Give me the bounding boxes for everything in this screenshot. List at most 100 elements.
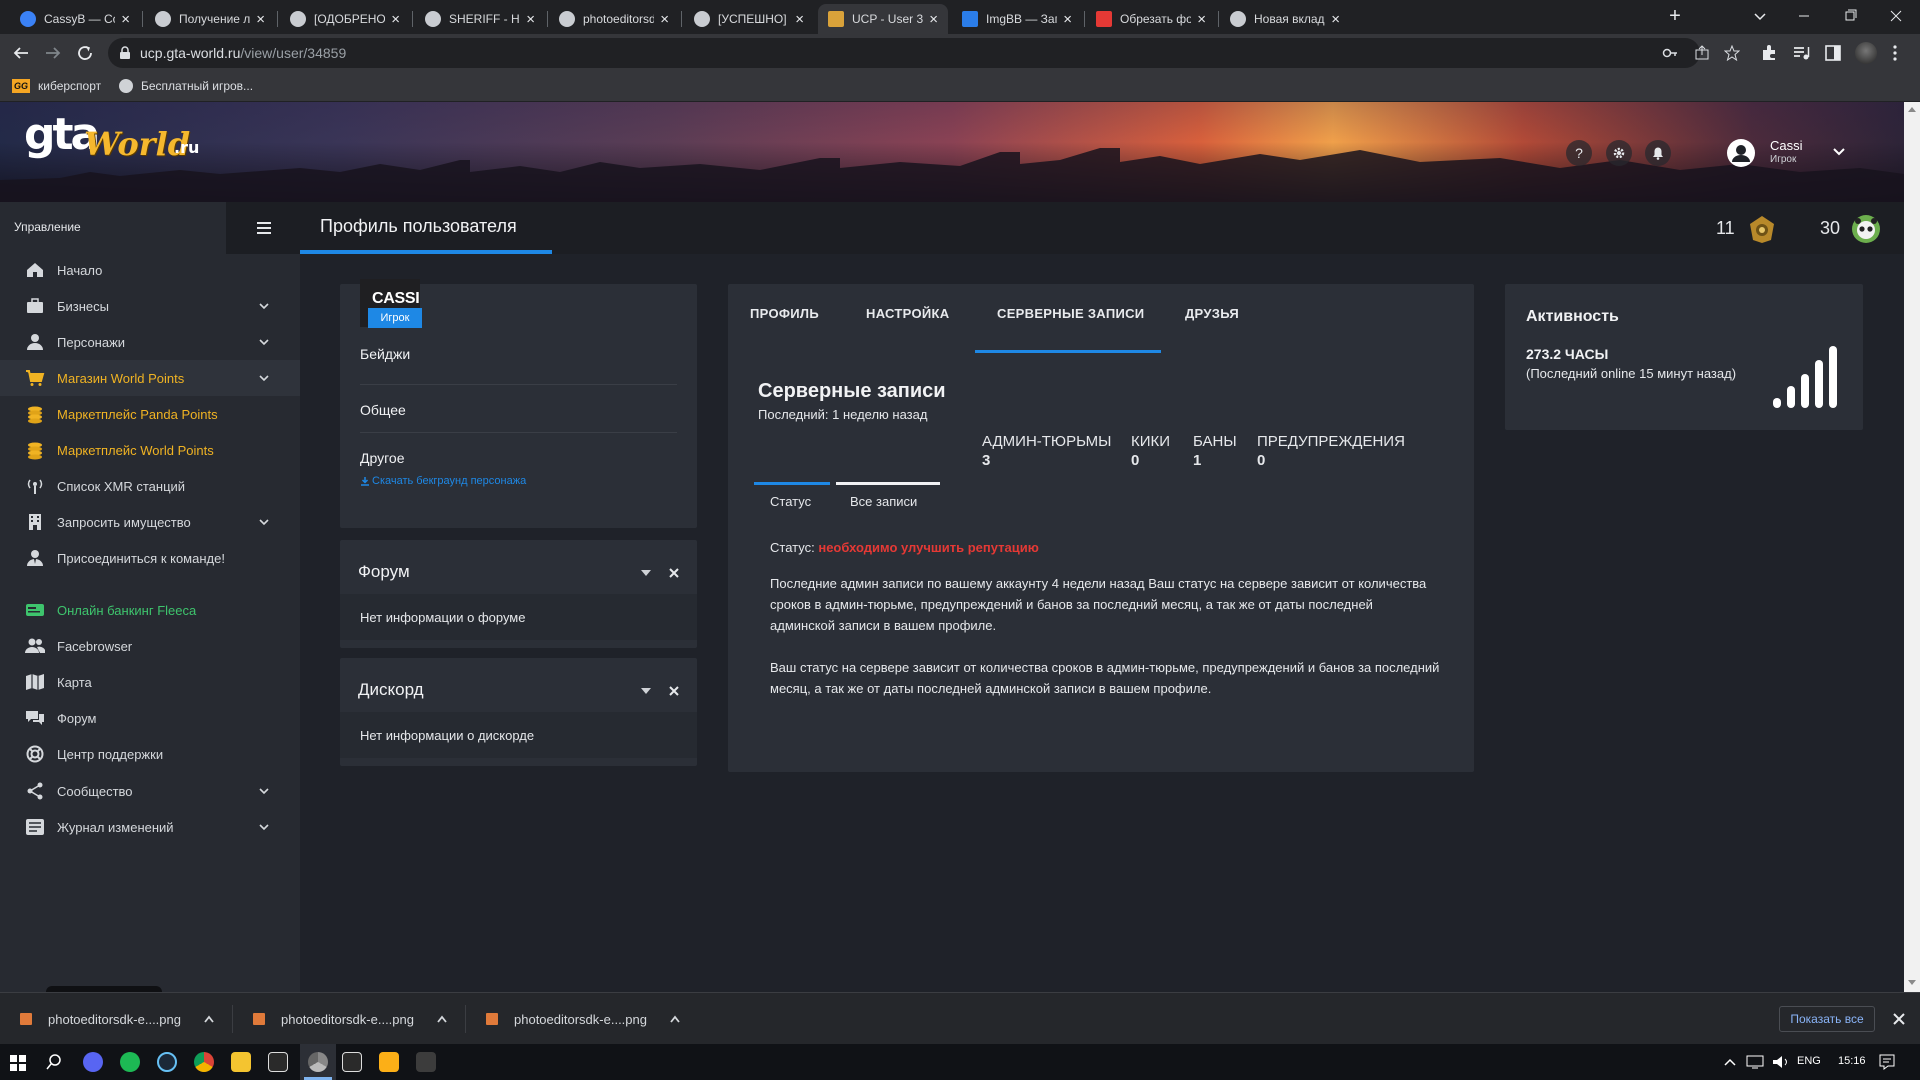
browser-tab[interactable]: Обрезать фото он × <box>1086 4 1216 34</box>
close-icon[interactable] <box>669 568 679 578</box>
address-bar[interactable]: ucp.gta-world.ru/view/user/34859 <box>108 38 1740 68</box>
settings-button[interactable] <box>1606 140 1632 166</box>
menu-toggle-icon[interactable] <box>256 221 272 235</box>
chevron-down-icon[interactable] <box>258 336 270 348</box>
epic-2-taskbar-icon[interactable] <box>342 1052 362 1072</box>
sidebar-item[interactable]: Бизнесы <box>0 288 300 324</box>
sidebar-item[interactable]: Сообщество <box>0 773 300 809</box>
bookmark-star-icon[interactable] <box>1724 45 1740 61</box>
discord-taskbar-icon[interactable] <box>83 1052 103 1072</box>
browser-tab[interactable]: Получение лицен × <box>145 4 275 34</box>
tab-settings[interactable]: НАСТРОЙКА <box>866 306 949 321</box>
lock-icon[interactable] <box>119 46 131 60</box>
chevron-up-icon[interactable] <box>203 1014 215 1024</box>
chevron-down-icon[interactable] <box>258 372 270 384</box>
reload-icon[interactable] <box>76 44 94 62</box>
close-downloads-icon[interactable] <box>1893 1013 1905 1025</box>
tab-close-icon[interactable]: × <box>1063 11 1072 28</box>
explorer-taskbar-icon[interactable] <box>231 1052 251 1072</box>
clock[interactable]: 15:16 <box>1838 1055 1866 1067</box>
show-all-downloads-button[interactable]: Показать все <box>1779 1006 1875 1032</box>
site-logo[interactable]: gta World .ru <box>24 110 204 176</box>
sidebar-item[interactable]: Онлайн банкинг Fleeca <box>0 592 300 628</box>
chevron-up-icon[interactable] <box>436 1014 448 1024</box>
spotify-taskbar-icon[interactable] <box>120 1052 140 1072</box>
tab-search-icon[interactable] <box>1752 8 1768 24</box>
sidebar-item[interactable]: Маркетплейс Panda Points <box>0 396 300 432</box>
section-other[interactable]: Другое <box>360 450 404 466</box>
section-badges[interactable]: Бейджи <box>360 346 410 362</box>
collapse-caret-icon[interactable] <box>641 688 651 696</box>
sidebar-item[interactable]: Начало <box>0 252 300 288</box>
new-tab-button[interactable]: + <box>1664 6 1686 28</box>
sidebar-item[interactable]: Facebrowser <box>0 628 300 664</box>
minimize-button[interactable] <box>1794 8 1814 24</box>
tab-close-icon[interactable]: × <box>391 11 400 28</box>
browser-tab[interactable]: CassyB — Con × <box>10 4 140 34</box>
tab-close-icon[interactable]: × <box>929 11 938 28</box>
section-general[interactable]: Общее <box>360 402 406 418</box>
restore-button[interactable] <box>1840 8 1860 24</box>
share-page-icon[interactable] <box>1694 45 1710 61</box>
download-item[interactable]: photoeditorsdk-e....png <box>253 993 448 1045</box>
chevron-down-icon[interactable] <box>258 300 270 312</box>
key-icon[interactable] <box>1662 46 1678 60</box>
close-icon[interactable] <box>669 686 679 696</box>
browser-tab[interactable]: Новая вкладка × <box>1220 4 1350 34</box>
tab-close-icon[interactable]: × <box>121 11 130 28</box>
user-menu[interactable]: Cassi Игрок <box>1726 136 1896 172</box>
browser-tab[interactable]: [ОДОБРЕНО] Min × <box>280 4 410 34</box>
chevron-down-icon[interactable] <box>258 821 270 833</box>
search-icon[interactable] <box>46 1054 62 1070</box>
collapse-caret-icon[interactable] <box>641 570 651 578</box>
sidebar-item[interactable]: Персонажи <box>0 324 300 360</box>
epic-taskbar-icon[interactable] <box>268 1052 288 1072</box>
windows-start-icon[interactable] <box>10 1055 26 1071</box>
rockstar-taskbar-icon[interactable] <box>379 1052 399 1072</box>
chevron-down-icon[interactable] <box>258 785 270 797</box>
sidebar-item[interactable]: Журнал изменений <box>0 809 300 845</box>
tab-close-icon[interactable]: × <box>1197 11 1206 28</box>
tab-close-icon[interactable]: × <box>660 11 669 28</box>
browser-tab[interactable]: SHERIFF - Новая т × <box>415 4 545 34</box>
network-icon[interactable] <box>1746 1055 1764 1069</box>
back-icon[interactable] <box>12 44 30 62</box>
tab-close-icon[interactable]: × <box>526 11 535 28</box>
sidebar-item[interactable]: Присоединиться к команде! <box>0 540 300 576</box>
sidebar-item[interactable]: Центр поддержки <box>0 736 300 772</box>
sidebar-item[interactable]: Магазин World Points <box>0 360 300 396</box>
tab-close-icon[interactable]: × <box>256 11 265 28</box>
subtab-status[interactable]: Статус <box>770 494 811 509</box>
help-button[interactable]: ? <box>1566 140 1592 166</box>
browser-tab[interactable]: [УСПЕШНО] Sara × <box>684 4 814 34</box>
bookmark-free-game[interactable]: Бесплатный игров... <box>119 79 253 93</box>
steam-taskbar-icon[interactable] <box>157 1052 177 1072</box>
forward-icon[interactable] <box>44 44 62 62</box>
media-control-icon[interactable] <box>1792 44 1810 62</box>
tab-server-records[interactable]: СЕРВЕРНЫЕ ЗАПИСИ <box>997 306 1144 321</box>
sidebar-item[interactable]: Форум <box>0 700 300 736</box>
sidebar-item[interactable]: Запросить имущество <box>0 504 300 540</box>
scroll-up-icon[interactable] <box>1908 106 1916 112</box>
download-background-link[interactable]: Скачать бекграунд персонажа <box>360 475 526 487</box>
sidebar-item[interactable]: Маркетплейс World Points <box>0 432 300 468</box>
notification-center-icon[interactable] <box>1879 1054 1895 1070</box>
browser-tab[interactable]: photoeditorsdk-ex × <box>549 4 679 34</box>
profile-avatar-icon[interactable] <box>1855 42 1877 64</box>
download-item[interactable]: photoeditorsdk-e....png <box>486 993 681 1045</box>
notifications-button[interactable] <box>1645 140 1671 166</box>
download-item[interactable]: photoeditorsdk-e....png <box>20 993 215 1045</box>
extensions-icon[interactable] <box>1760 44 1778 62</box>
app-taskbar-icon[interactable] <box>416 1052 436 1072</box>
bookmark-esports[interactable]: GG киберспорт <box>12 79 101 93</box>
browser-menu-icon[interactable] <box>1892 44 1898 62</box>
chevron-down-icon[interactable] <box>258 516 270 528</box>
chevron-up-icon[interactable] <box>669 1014 681 1024</box>
tab-profile[interactable]: ПРОФИЛЬ <box>750 306 819 321</box>
scroll-down-icon[interactable] <box>1908 980 1916 986</box>
close-window-button[interactable] <box>1886 8 1906 24</box>
browser-tab[interactable]: ImgBB — Загрузи × <box>952 4 1082 34</box>
browser-tab[interactable]: UCP - User 34859 × <box>818 4 948 34</box>
chrome-taskbar-icon[interactable] <box>194 1052 214 1072</box>
volume-icon[interactable] <box>1772 1055 1790 1069</box>
